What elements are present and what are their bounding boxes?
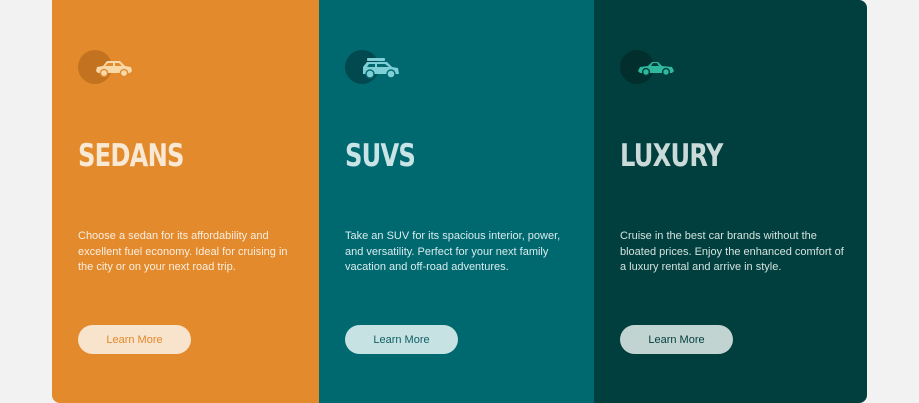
- sedan-icon-wrap: [78, 50, 138, 86]
- card-suvs: SUVS Take an SUV for its spacious interi…: [319, 0, 594, 403]
- learn-more-button-luxury[interactable]: Learn More: [620, 325, 733, 354]
- card-luxury: LUXURY Cruise in the best car brands wit…: [594, 0, 867, 403]
- card-description: Take an SUV for its spacious interior, p…: [345, 230, 561, 273]
- card-description: Cruise in the best car brands without th…: [620, 230, 844, 273]
- card-sedans: SEDANS Choose a sedan for its affordabil…: [52, 0, 319, 403]
- luxury-car-icon: [638, 62, 674, 77]
- sedan-car-icon: [96, 61, 132, 78]
- card-description: Choose a sedan for its affordability and…: [78, 230, 288, 273]
- car-category-cards: SEDANS Choose a sedan for its affordabil…: [52, 0, 867, 403]
- suv-icon-wrap: [345, 50, 405, 86]
- luxury-icon-wrap: [620, 50, 680, 86]
- card-title: LUXURY: [620, 138, 723, 174]
- suv-car-icon: [363, 58, 399, 79]
- card-title: SEDANS: [78, 138, 184, 174]
- card-title: SUVS: [345, 138, 416, 174]
- learn-more-button-suvs[interactable]: Learn More: [345, 325, 458, 354]
- learn-more-button-sedans[interactable]: Learn More: [78, 325, 191, 354]
